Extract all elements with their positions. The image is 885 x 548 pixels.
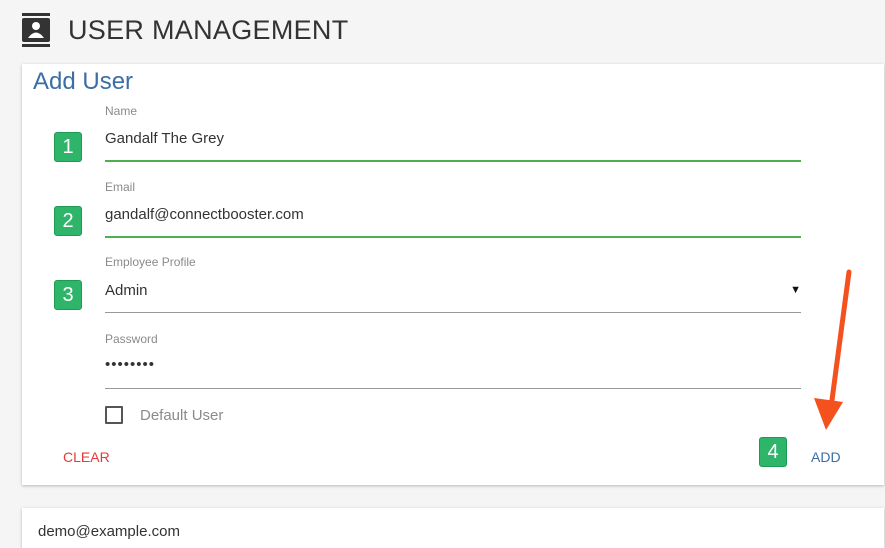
- employee-profile-underline: [105, 312, 801, 313]
- step-badge-2: 2: [54, 206, 82, 236]
- add-button[interactable]: ADD: [811, 449, 841, 465]
- password-input[interactable]: ••••••••: [105, 356, 155, 373]
- employee-profile-label: Employee Profile: [105, 255, 196, 269]
- default-user-checkbox[interactable]: [105, 406, 123, 424]
- password-underline: [105, 388, 801, 389]
- user-list-item[interactable]: demo@example.com: [38, 523, 180, 540]
- add-user-card: Add User 1 Name Gandalf The Grey 2 Email…: [22, 64, 884, 485]
- email-label: Email: [105, 180, 136, 194]
- contact-book-icon: [22, 13, 50, 47]
- clear-button[interactable]: CLEAR: [63, 449, 110, 465]
- employee-profile-select[interactable]: Employee Profile Admin ▼: [105, 255, 801, 313]
- step-badge-3: 3: [54, 280, 82, 310]
- name-label: Name: [105, 104, 138, 118]
- name-underline: [105, 160, 801, 162]
- email-field[interactable]: Email gandalf@connectbooster.com: [105, 180, 801, 238]
- name-input[interactable]: Gandalf The Grey: [105, 130, 224, 147]
- page-header: USER MANAGEMENT: [22, 12, 349, 48]
- password-field[interactable]: Password ••••••••: [105, 332, 801, 390]
- step-badge-4: 4: [759, 437, 787, 467]
- employee-profile-value[interactable]: Admin: [105, 282, 148, 299]
- name-field[interactable]: Name Gandalf The Grey: [105, 104, 801, 162]
- step-badge-1: 1: [54, 132, 82, 162]
- password-label: Password: [105, 332, 158, 346]
- default-user-label: Default User: [140, 407, 224, 424]
- user-list-card: demo@example.com: [22, 508, 884, 548]
- caret-down-icon[interactable]: ▼: [790, 284, 801, 296]
- page-title: USER MANAGEMENT: [68, 14, 349, 45]
- email-input[interactable]: gandalf@connectbooster.com: [105, 206, 304, 223]
- email-underline: [105, 236, 801, 238]
- card-title: Add User: [33, 68, 134, 95]
